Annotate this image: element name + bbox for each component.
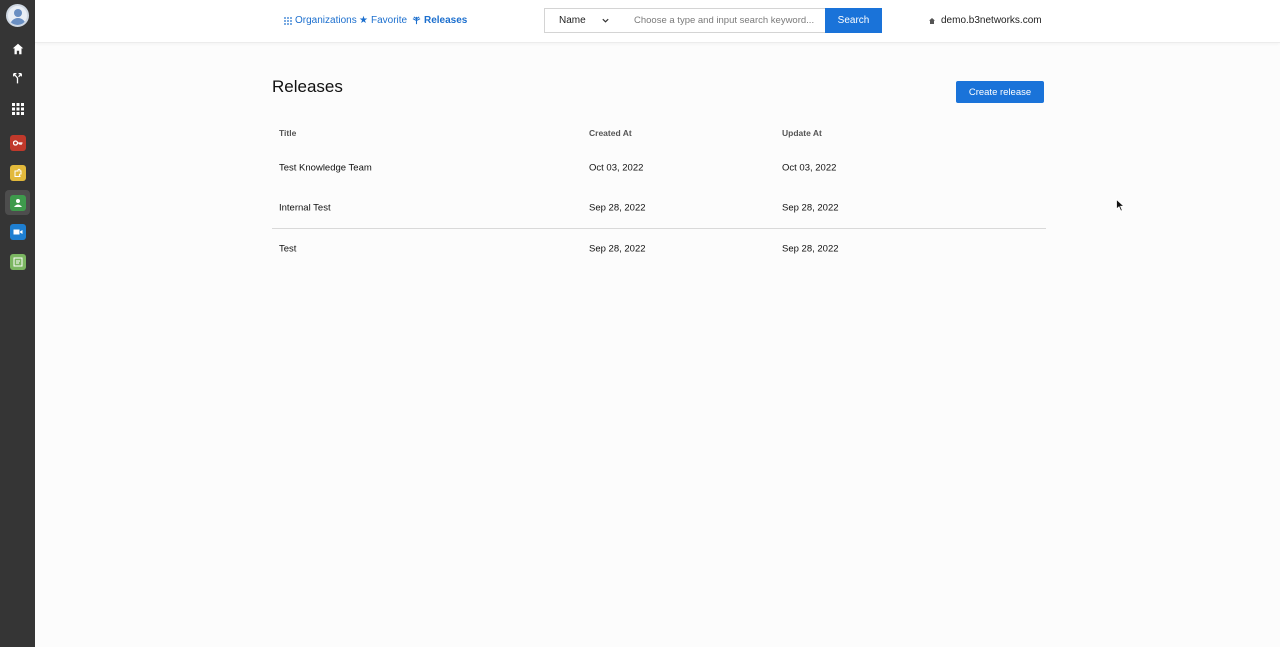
nav-releases-label: Releases (424, 15, 468, 26)
release-updated-at: Sep 28, 2022 (782, 202, 839, 214)
releases-table: Title Created At Update At Test Knowledg… (272, 118, 1046, 268)
home-icon[interactable] (5, 36, 30, 61)
column-header-title[interactable]: Title (279, 128, 296, 138)
domain-label: demo.b3networks.com (941, 15, 1042, 26)
apps-grid-icon[interactable] (5, 96, 30, 121)
home-small-icon (929, 17, 935, 24)
user-avatar[interactable] (6, 4, 29, 27)
table-row[interactable]: Test Sep 28, 2022 Sep 28, 2022 (272, 228, 1046, 268)
release-created-at: Sep 28, 2022 (589, 243, 646, 254)
puzzle-app-icon[interactable] (5, 160, 30, 185)
key-app-icon[interactable] (5, 130, 30, 155)
release-title: Test (279, 243, 297, 254)
nav-favorite[interactable]: ★ Favorite (359, 15, 407, 26)
nav-favorite-label: Favorite (370, 15, 408, 26)
support-app-icon[interactable] (5, 190, 30, 215)
grid-dots-icon (284, 16, 292, 25)
release-icon (412, 16, 421, 25)
chevron-down-icon (602, 18, 609, 23)
column-header-update-at[interactable]: Update At (782, 128, 822, 138)
search-type-value: Name (559, 15, 586, 26)
nav-organizations-label: Organizations (295, 15, 357, 26)
notes-app-icon[interactable] (5, 249, 30, 274)
column-header-created-at[interactable]: Created At (589, 128, 632, 138)
video-app-icon[interactable] (5, 219, 30, 244)
search-input[interactable] (624, 8, 826, 33)
branch-icon[interactable] (5, 66, 30, 91)
page-title: Releases (272, 77, 343, 96)
create-release-button[interactable]: Create release (956, 81, 1044, 103)
nav-organizations[interactable]: Organizations (284, 15, 357, 26)
release-created-at: Oct 03, 2022 (589, 162, 644, 174)
release-updated-at: Oct 03, 2022 (782, 162, 837, 174)
left-rail (0, 0, 35, 647)
search-type-select[interactable]: Name (544, 8, 625, 33)
release-updated-at: Sep 28, 2022 (782, 243, 839, 254)
nav-releases[interactable]: Releases (412, 15, 467, 26)
table-header: Title Created At Update At (272, 118, 1046, 148)
release-title: Internal Test (279, 202, 331, 214)
search-button[interactable]: Search (825, 8, 882, 33)
top-bar: Organizations ★ Favorite Releases Name S… (35, 0, 1280, 43)
mouse-cursor-icon (1116, 199, 1125, 212)
table-row[interactable]: Test Knowledge Team Oct 03, 2022 Oct 03,… (272, 148, 1046, 188)
table-row[interactable]: Internal Test Sep 28, 2022 Sep 28, 2022 (272, 188, 1046, 228)
release-title: Test Knowledge Team (279, 162, 372, 174)
release-created-at: Sep 28, 2022 (589, 202, 646, 214)
star-icon: ★ (359, 15, 368, 26)
domain-indicator: demo.b3networks.com (928, 15, 1042, 26)
